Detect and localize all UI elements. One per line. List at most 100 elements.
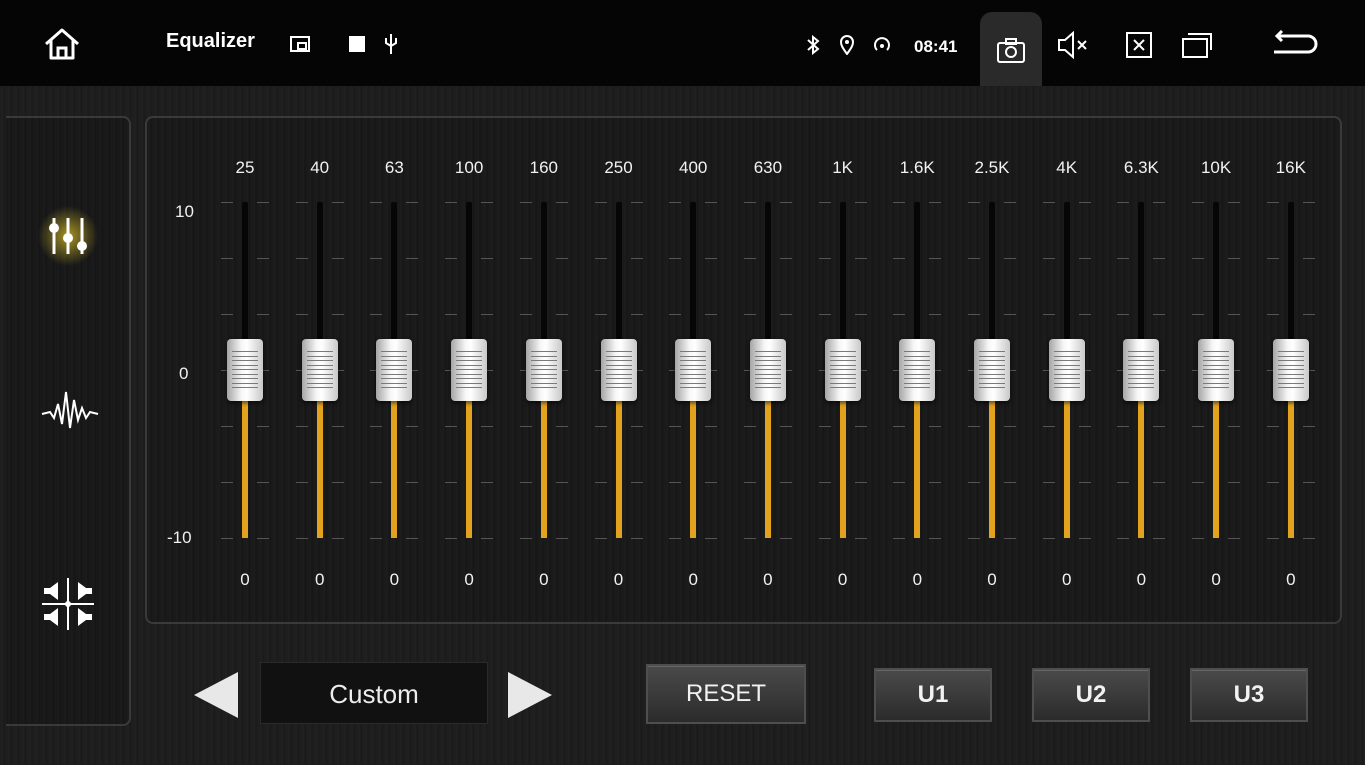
scale-tick	[370, 426, 383, 427]
slider-knob[interactable]	[525, 339, 562, 401]
slider-knob[interactable]	[600, 339, 637, 401]
camera-icon	[997, 38, 1025, 63]
slider-knob[interactable]	[899, 339, 936, 401]
scale-tick	[1117, 314, 1130, 315]
scale-tick	[705, 314, 718, 315]
reset-button[interactable]: RESET	[646, 664, 806, 724]
scale-tick	[594, 426, 607, 427]
scale-tick	[445, 202, 458, 203]
hotspot-icon	[872, 36, 892, 59]
scale-tick	[893, 258, 906, 259]
scale-tick	[295, 482, 308, 483]
slider-knob[interactable]	[824, 339, 861, 401]
user-preset-u1-button[interactable]: U1	[874, 668, 992, 722]
slider-knob[interactable]	[675, 339, 712, 401]
scale-tick	[779, 258, 792, 259]
scale-tick	[1228, 426, 1241, 427]
scale-tick	[221, 538, 233, 539]
band-value-label: 0	[613, 570, 624, 589]
balance-fader-icon[interactable]	[40, 574, 100, 634]
scale-tick	[257, 314, 269, 315]
scale-tick	[295, 202, 308, 203]
scale-tick	[893, 482, 906, 483]
scale-tick	[406, 258, 419, 259]
scale-tick	[1192, 482, 1205, 483]
close-app-icon[interactable]	[1124, 30, 1154, 60]
scale-tick	[481, 426, 494, 427]
scale-tick	[1078, 202, 1091, 203]
scale-tick	[1153, 426, 1166, 427]
scale-zero-label: 0	[179, 364, 189, 383]
slider-knob[interactable]	[974, 339, 1010, 401]
sound-wave-icon[interactable]	[40, 380, 100, 440]
slider-knob[interactable]	[1198, 339, 1235, 401]
scale-tick	[519, 426, 532, 427]
scale-tick	[1192, 202, 1205, 203]
scale-tick	[1302, 482, 1315, 483]
user-preset-u2-button[interactable]: U2	[1032, 668, 1150, 722]
scale-tick	[331, 202, 344, 203]
scale-tick	[818, 202, 831, 203]
scale-tick	[221, 202, 233, 203]
scale-tick	[1042, 426, 1055, 427]
scale-tick	[743, 426, 756, 427]
slider-knob[interactable]	[301, 339, 338, 401]
scale-tick	[854, 482, 867, 483]
scale-max-label: 10	[175, 202, 194, 221]
scale-tick	[295, 426, 308, 427]
scale-tick	[818, 258, 831, 259]
scale-tick	[370, 202, 383, 203]
slider-knob[interactable]	[749, 339, 786, 401]
slider-knob[interactable]	[451, 339, 488, 401]
band-value-label: 0	[389, 570, 400, 589]
triangle-left-icon	[194, 672, 238, 718]
slider-knob[interactable]	[1123, 339, 1160, 401]
scale-tick	[893, 202, 906, 203]
scale-tick	[594, 314, 607, 315]
back-icon[interactable]	[1270, 29, 1320, 60]
scale-tick	[968, 202, 980, 203]
scale-tick	[257, 202, 269, 203]
eq-band: 250 0	[589, 118, 649, 618]
scale-tick	[893, 426, 906, 427]
scale-tick	[705, 426, 718, 427]
usb-icon	[384, 33, 398, 60]
band-value-label: 0	[987, 570, 997, 589]
scale-tick	[1153, 538, 1166, 539]
slider-knob[interactable]	[1048, 339, 1085, 401]
slider-knob[interactable]	[376, 339, 413, 401]
scale-tick	[1042, 202, 1055, 203]
band-value-label: 0	[837, 570, 848, 589]
equalizer-sliders-icon[interactable]	[38, 206, 98, 266]
scale-tick	[1117, 538, 1130, 539]
prev-preset-button[interactable]	[192, 670, 240, 720]
scale-tick	[669, 202, 682, 203]
eq-band: 40 0	[290, 118, 350, 618]
home-icon[interactable]	[42, 24, 82, 64]
mute-icon[interactable]	[1056, 30, 1087, 60]
scale-tick	[1078, 538, 1091, 539]
scale-tick	[1042, 538, 1055, 539]
scale-tick	[1153, 482, 1166, 483]
screenshot-button[interactable]	[980, 12, 1042, 86]
scale-tick	[594, 538, 607, 539]
scale-tick	[519, 538, 532, 539]
scale-tick	[743, 482, 756, 483]
band-value-label: 0	[240, 570, 250, 589]
scale-tick	[1042, 314, 1055, 315]
band-frequency-label: 1K	[832, 158, 853, 177]
triangle-right-icon	[508, 672, 552, 718]
side-tab-panel	[6, 116, 131, 726]
user-preset-u3-button[interactable]: U3	[1190, 668, 1308, 722]
scale-tick	[295, 538, 308, 539]
next-preset-button[interactable]	[506, 670, 554, 720]
slider-knob[interactable]	[1272, 339, 1309, 401]
slider-knob[interactable]	[227, 339, 263, 401]
eq-band: 160 0	[514, 118, 574, 618]
recent-apps-icon[interactable]	[1180, 30, 1212, 60]
scale-tick	[370, 314, 383, 315]
scale-tick	[370, 258, 383, 259]
scale-tick	[1228, 538, 1241, 539]
eq-band: 630 0	[738, 118, 798, 618]
scale-tick	[968, 482, 980, 483]
